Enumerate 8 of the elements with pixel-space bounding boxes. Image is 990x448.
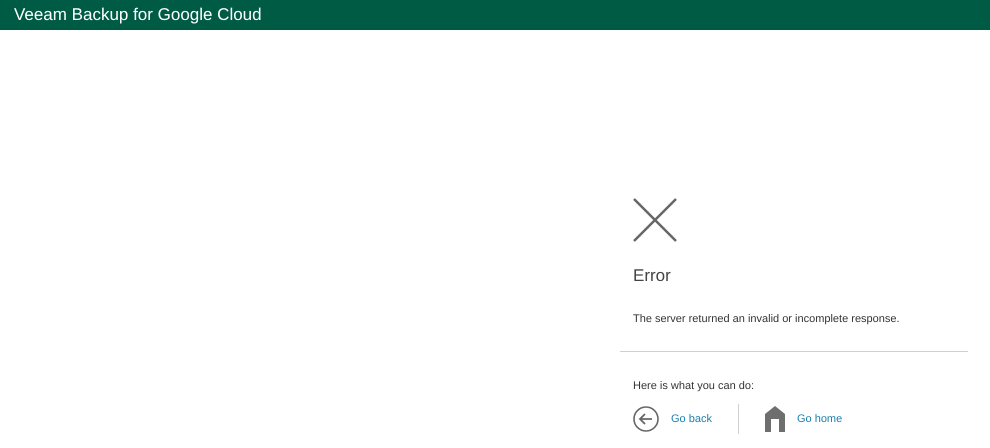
home-icon [764,406,785,432]
app-title: Veeam Backup for Google Cloud [14,5,262,25]
error-message: The server returned an invalid or incomplete response. [633,313,901,325]
error-title: Error [633,266,672,286]
go-home-link[interactable]: Go home [764,406,842,432]
error-x-icon [633,198,677,242]
hint-text: Here is what you can do: [633,380,756,392]
go-back-link[interactable]: Go back [633,406,712,432]
